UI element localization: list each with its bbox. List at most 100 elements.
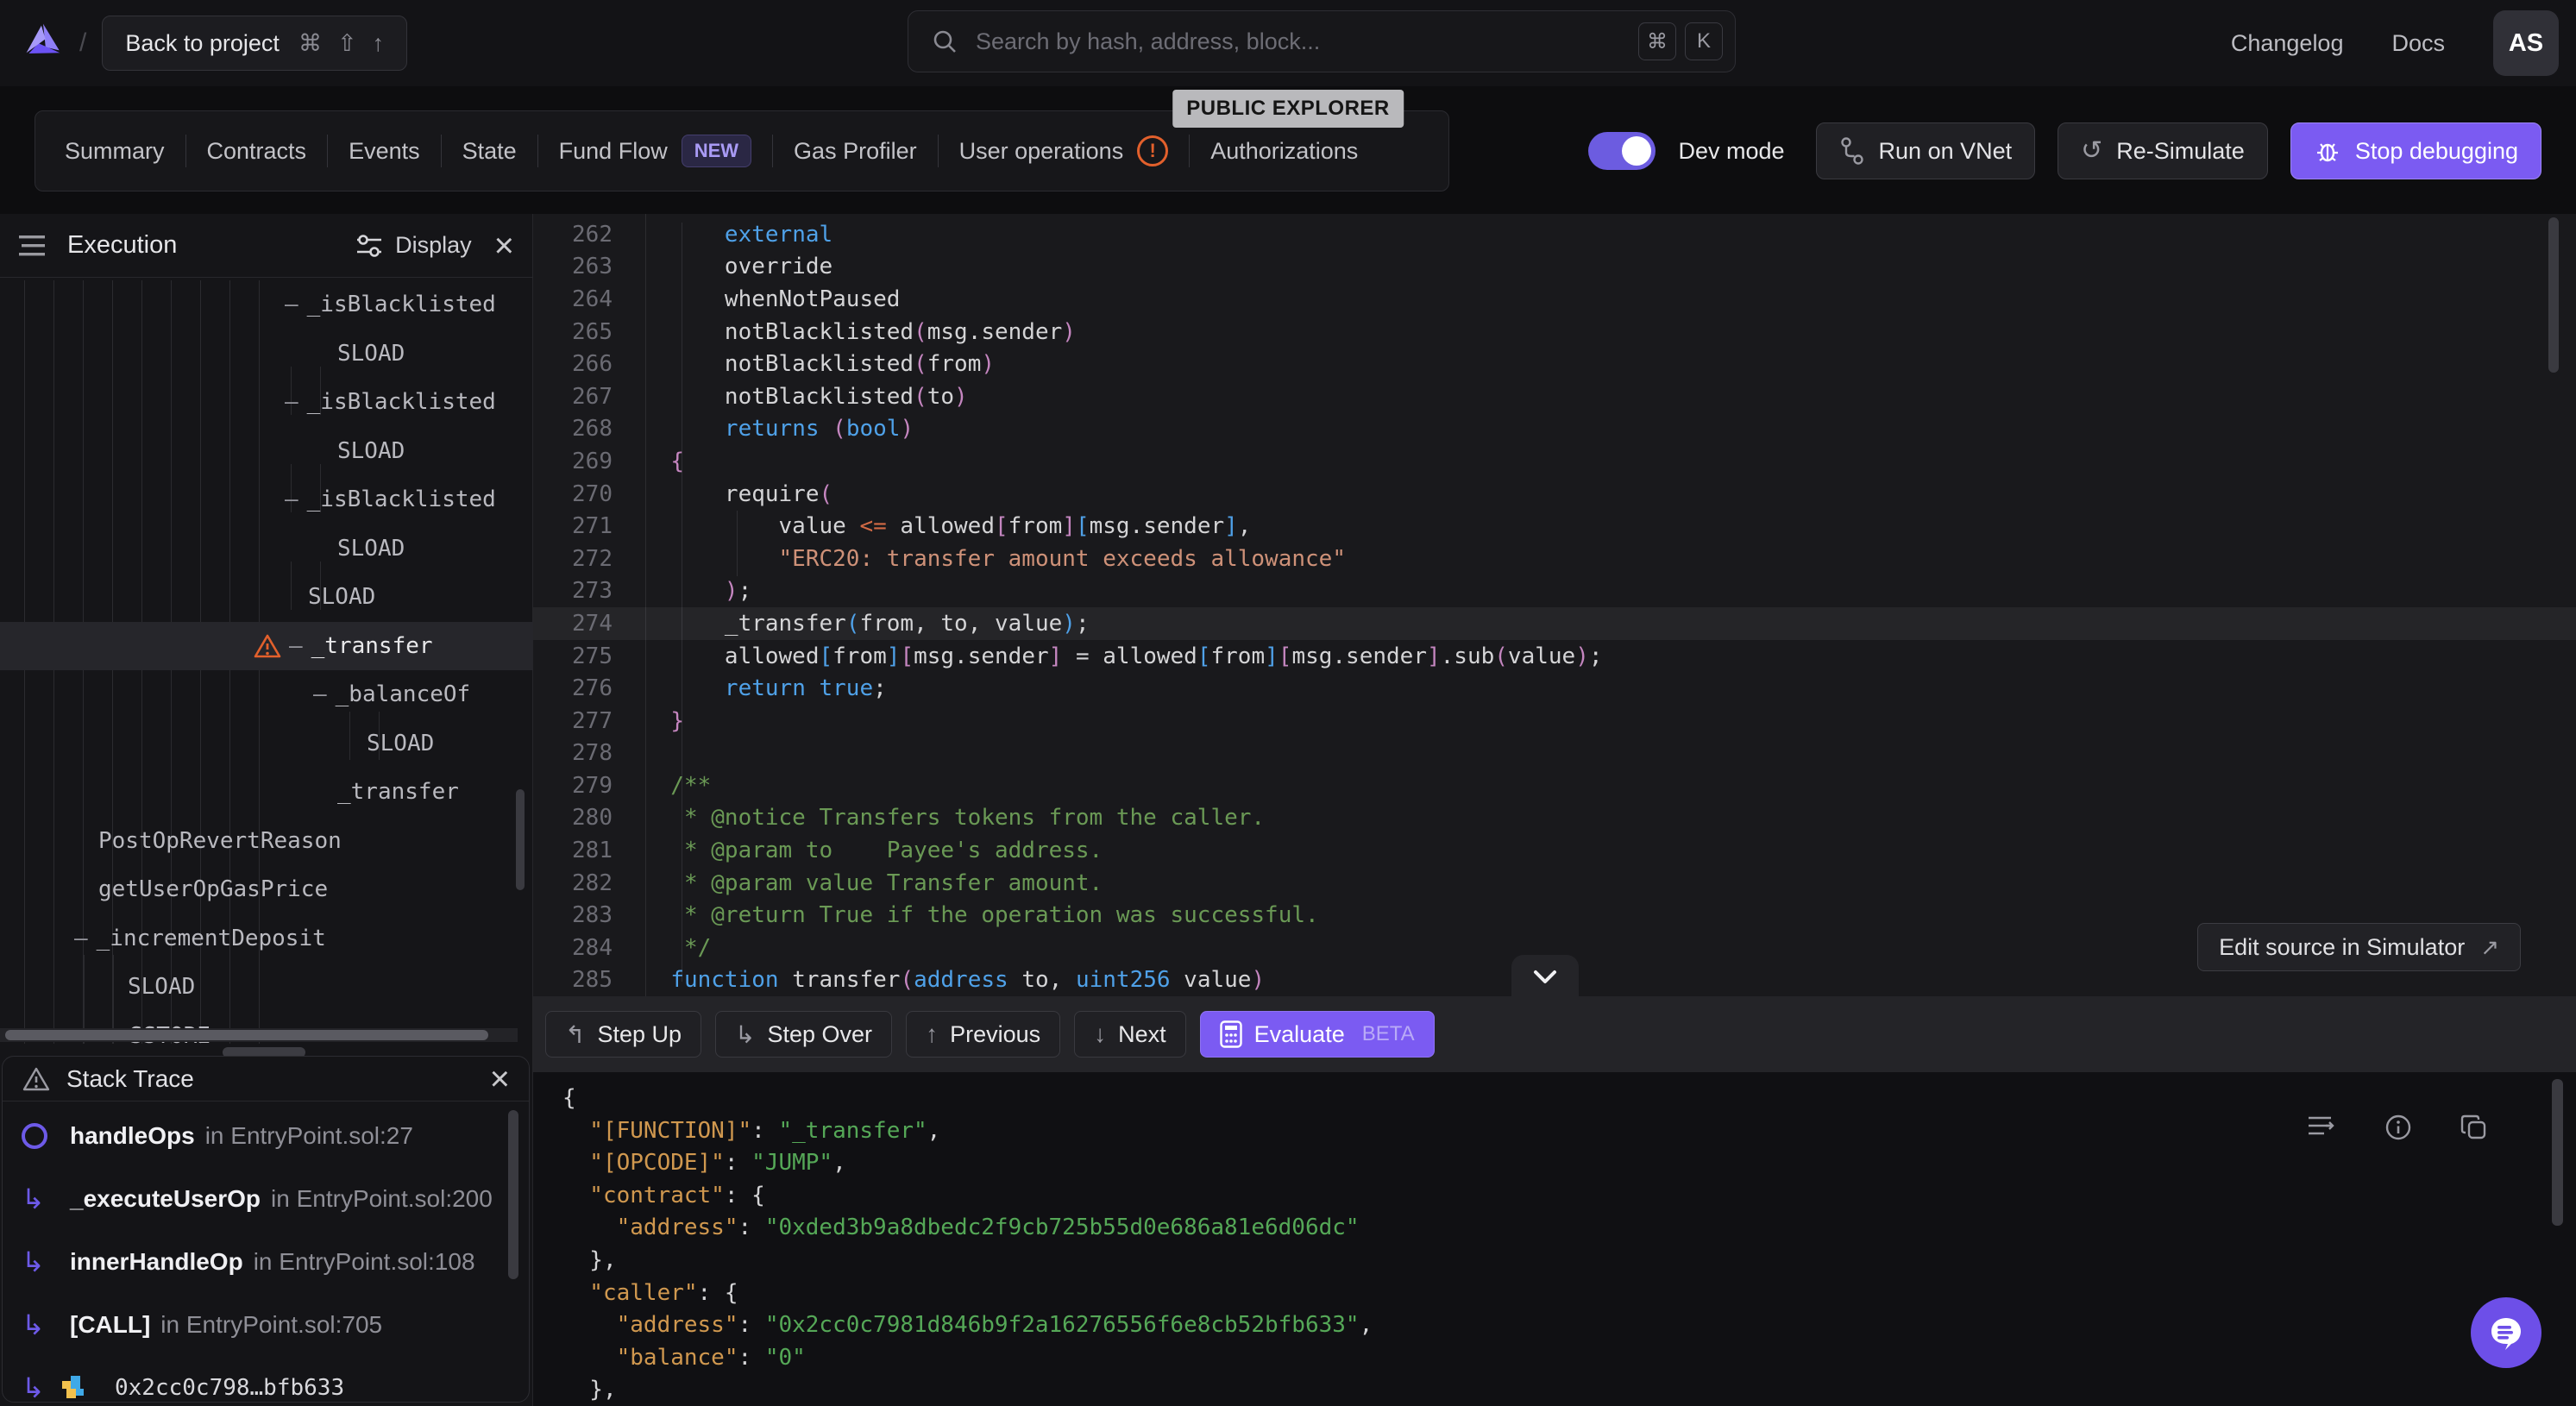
- docs-link[interactable]: Docs: [2391, 30, 2445, 57]
- code-line-266[interactable]: 266 notBlacklisted(from): [533, 348, 2576, 380]
- tree-node-isblacklisted[interactable]: —_isBlacklisted: [0, 378, 533, 427]
- tab-fund-flow[interactable]: Fund Flow NEW: [538, 135, 772, 167]
- re-simulate-button[interactable]: ↺ Re-Simulate: [2058, 122, 2268, 179]
- line-number: 280: [533, 805, 613, 831]
- debug-step-bar: ↰ Step Up ↳ Step Over ↑ Previous ↓ Next: [533, 996, 2576, 1072]
- frame-call-arrow-icon: ↳: [22, 1371, 45, 1403]
- code-line-281[interactable]: 281 * @param to Payee's address.: [533, 834, 2576, 867]
- tree-node-balanceof[interactable]: —_balanceOf: [0, 670, 533, 719]
- tab-state[interactable]: State: [442, 138, 537, 165]
- info-icon[interactable]: [2384, 1114, 2412, 1141]
- execution-vertical-scrollbar[interactable]: [516, 789, 525, 890]
- tenderly-logo-icon[interactable]: [19, 19, 67, 67]
- line-number: 268: [533, 416, 613, 442]
- stack-frame[interactable]: ↳0x2cc0c798…bfb633: [3, 1356, 530, 1403]
- tab-summary[interactable]: Summary: [44, 138, 185, 165]
- tab-row: PUBLIC EXPLORER Summary Contracts Events…: [0, 86, 2576, 214]
- code-line-279[interactable]: 279 /**: [533, 769, 2576, 802]
- edit-source-button[interactable]: Edit source in Simulator ↗: [2197, 923, 2521, 971]
- code-line-270[interactable]: 270 require(: [533, 478, 2576, 511]
- tab-user-operations[interactable]: User operations !: [939, 135, 1190, 166]
- line-number: 285: [533, 967, 613, 993]
- code-line-280[interactable]: 280 * @notice Transfers tokens from the …: [533, 802, 2576, 835]
- frame-function: _executeUserOp: [70, 1185, 261, 1213]
- tree-node-label: getUserOpGasPrice: [98, 876, 328, 902]
- code-line-269[interactable]: 269 {: [533, 445, 2576, 478]
- line-number: 283: [533, 902, 613, 928]
- tree-node-label: _isBlacklisted: [307, 292, 496, 317]
- stack-trace-vertical-scrollbar[interactable]: [508, 1110, 518, 1279]
- search-input[interactable]: Search by hash, address, block... ⌘ K: [908, 10, 1736, 72]
- previous-button[interactable]: ↑ Previous: [906, 1011, 1060, 1058]
- tree-node-transfer[interactable]: _transfer: [0, 768, 533, 817]
- execution-horizontal-scrollbar[interactable]: [0, 1028, 518, 1042]
- dev-mode-toggle[interactable]: [1588, 132, 1656, 170]
- code-line-262[interactable]: 262 external: [533, 218, 2576, 251]
- tab-contracts[interactable]: Contracts: [186, 138, 328, 165]
- stack-trace-close-icon[interactable]: ×: [490, 1062, 510, 1096]
- step-over-button[interactable]: ↳ Step Over: [715, 1011, 892, 1058]
- tab-events[interactable]: Events: [328, 138, 441, 165]
- code-text: notBlacklisted(from): [644, 351, 995, 377]
- line-number: 265: [533, 319, 613, 345]
- tree-node-sload[interactable]: SLOAD: [0, 719, 533, 769]
- evaluate-button[interactable]: Evaluate BETA: [1200, 1011, 1435, 1058]
- code-line-268[interactable]: 268 returns (bool): [533, 413, 2576, 446]
- code-line-267[interactable]: 267 notBlacklisted(to): [533, 380, 2576, 413]
- next-button[interactable]: ↓ Next: [1074, 1011, 1186, 1058]
- tree-node-sload[interactable]: SLOAD: [0, 963, 533, 1012]
- execution-close-icon[interactable]: ×: [494, 229, 514, 263]
- tree-node-isblacklisted[interactable]: —_isBlacklisted: [0, 475, 533, 524]
- code-line-272[interactable]: 272 "ERC20: transfer amount exceeds allo…: [533, 543, 2576, 575]
- code-line-277[interactable]: 277 }: [533, 705, 2576, 738]
- stack-frame[interactable]: ↳_executeUserOpin EntryPoint.sol:200: [3, 1167, 530, 1230]
- menu-icon[interactable]: [19, 235, 48, 257]
- code-line-265[interactable]: 265 notBlacklisted(msg.sender): [533, 316, 2576, 348]
- code-vertical-scrollbar[interactable]: [2548, 217, 2559, 373]
- support-chat-button[interactable]: [2471, 1297, 2541, 1368]
- stack-frame[interactable]: ↳[CALL]in EntryPoint.sol:705: [3, 1293, 530, 1356]
- tree-node-isblacklisted[interactable]: —_isBlacklisted: [0, 280, 533, 330]
- tab-gas-profiler[interactable]: Gas Profiler: [773, 138, 938, 165]
- code-line-273[interactable]: 273 );: [533, 575, 2576, 608]
- tab-authorizations[interactable]: Authorizations: [1190, 138, 1379, 165]
- stack-trace-title: Stack Trace: [66, 1065, 490, 1093]
- tree-node-sload[interactable]: SLOAD: [0, 427, 533, 476]
- stack-frame[interactable]: ↳innerHandleOpin EntryPoint.sol:108: [3, 1230, 530, 1293]
- step-up-button[interactable]: ↰ Step Up: [545, 1011, 701, 1058]
- code-line-275[interactable]: 275 allowed[from][msg.sender] = allowed[…: [533, 640, 2576, 673]
- code-text: {: [644, 449, 684, 474]
- stop-debugging-button[interactable]: Stop debugging: [2290, 122, 2541, 179]
- word-wrap-icon[interactable]: [2307, 1114, 2336, 1139]
- chat-bubble-icon: [2487, 1314, 2525, 1352]
- changelog-link[interactable]: Changelog: [2231, 30, 2344, 57]
- code-line-264[interactable]: 264 whenNotPaused: [533, 283, 2576, 316]
- tree-node-getuseropgasprice[interactable]: getUserOpGasPrice: [0, 865, 533, 914]
- code-text: returns (bool): [644, 416, 914, 442]
- frame-location: in EntryPoint.sol:705: [160, 1311, 382, 1339]
- tree-node-incrementdeposit[interactable]: —_incrementDeposit: [0, 914, 533, 963]
- stack-frame[interactable]: handleOpsin EntryPoint.sol:27: [3, 1104, 530, 1167]
- copy-icon[interactable]: [2460, 1114, 2488, 1141]
- code-line-276[interactable]: 276 return true;: [533, 672, 2576, 705]
- run-on-vnet-label: Run on VNet: [1879, 138, 2013, 165]
- tree-node-sload[interactable]: SLOAD: [0, 330, 533, 379]
- tree-node-transfer[interactable]: —_transfer: [0, 622, 533, 671]
- tree-node-sload[interactable]: SLOAD: [0, 573, 533, 622]
- output-vertical-scrollbar[interactable]: [2552, 1079, 2563, 1226]
- display-button[interactable]: Display: [355, 232, 472, 259]
- tree-node-postoprevertreason[interactable]: PostOpRevertReason: [0, 817, 533, 866]
- run-on-vnet-button[interactable]: Run on VNet: [1816, 122, 2036, 179]
- tree-node-sload[interactable]: SLOAD: [0, 524, 533, 574]
- code-line-282[interactable]: 282 * @param value Transfer amount.: [533, 867, 2576, 900]
- output-json-line: "address": "0x2cc0c7981d846b9f2a16276556…: [562, 1309, 1373, 1342]
- frame-call-arrow-icon: ↳: [22, 1309, 45, 1341]
- code-line-274[interactable]: 274 _transfer(from, to, value);: [533, 607, 2576, 640]
- code-text: allowed[from][msg.sender] = allowed[from…: [644, 643, 1603, 669]
- user-avatar[interactable]: AS: [2493, 10, 2559, 76]
- code-line-263[interactable]: 263 override: [533, 251, 2576, 284]
- back-to-project-button[interactable]: Back to project ⌘⇧↑: [102, 16, 407, 71]
- scroll-to-current-button[interactable]: [1511, 955, 1579, 999]
- code-line-278[interactable]: 278: [533, 738, 2576, 770]
- code-line-271[interactable]: 271 value <= allowed[from][msg.sender],: [533, 510, 2576, 543]
